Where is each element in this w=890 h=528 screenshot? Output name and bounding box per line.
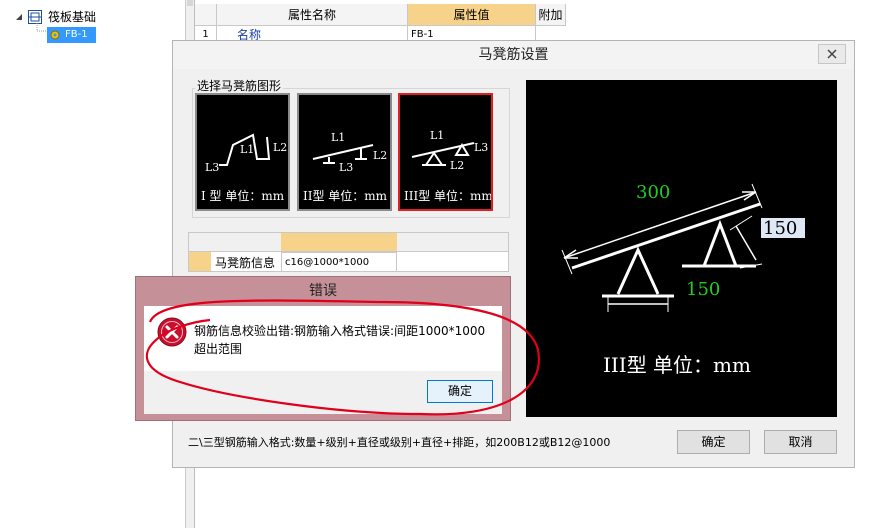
tree-child-label: FB-1 [65,29,88,40]
error-ok-button[interactable]: 确定 [427,380,493,403]
gear-icon [50,30,60,40]
property-grid: 属性名称 属性值 附加 1 名称 FB-1 [195,4,570,44]
ok-button[interactable]: 确定 [677,430,750,454]
info-grid-header [189,233,508,252]
type-2-l2-label: L2 [373,149,387,162]
close-icon [827,49,837,59]
type-3-l1-label: L1 [430,129,444,142]
info-grid-value-header [281,233,397,251]
type-3-l2-label: L2 [450,159,464,172]
preview-left-support [616,246,660,295]
raft-foundation-icon [28,10,42,24]
type-3-l3-label: L3 [474,141,488,154]
preview-drawing: 300 150 150 III型 单位：mm [561,182,805,377]
chair-info-label: 马凳筋信息 [214,256,275,270]
type-2-caption: II型 单位：mm [303,189,388,203]
component-tree: 筏板基础 FB-1 [0,0,186,528]
type-1-l1-label: L1 [240,143,254,156]
collapse-arrow-icon[interactable] [15,13,24,22]
shape-option-type-1[interactable]: L1 L2 L3 I 型 单位：mm [195,93,290,211]
info-row-marker [189,252,211,271]
chair-info-grid: 马凳筋信息 c16@1000*1000 [188,232,509,272]
grid-corner [195,4,217,26]
preview-height-label: 150 [763,218,797,239]
preview-base-label: 150 [686,279,720,300]
error-dialog-body: 钢筋信息校验出错:钢筋输入格式错误:间距1000*1000超出范围 确定 [144,306,502,414]
type-1-l3-label: L3 [205,161,219,174]
tree-root-label: 筏板基础 [48,10,97,24]
tree-node-fb1[interactable]: FB-1 [47,27,96,43]
preview-caption: III型 单位：mm [603,353,751,377]
error-dialog-footer: 确定 [144,371,502,414]
dialog-title: 马凳筋设置 [173,41,854,69]
preview-right-support [702,219,738,267]
shape-preview: 300 150 150 III型 单位：mm [526,80,837,417]
error-dialog: 错误 钢筋信息校验出错:钢筋输入格式错误:间距1000*1000超出范围 确定 [135,276,511,421]
error-dialog-title: 错误 [309,283,337,299]
shape-group-label: 选择马凳筋图形 [195,77,284,94]
shape-option-type-2[interactable]: L1 L2 L3 II型 单位：mm [297,93,392,211]
type-1-caption: I 型 单位：mm [201,189,285,203]
dim-height-line [735,225,757,261]
preview-length-label: 300 [636,182,670,203]
error-icon [157,317,187,347]
scroll-up-icon[interactable] [187,0,193,6]
header-property-name[interactable]: 属性名称 [217,4,408,26]
header-extra[interactable]: 附加 [536,4,566,26]
input-format-hint: 二\三型钢筋输入格式:数量+级别+直径或级别+直径+排距，如200B12或B12… [188,436,611,449]
cancel-button[interactable]: 取消 [764,430,837,454]
close-button[interactable] [818,44,846,64]
type-3-caption: III型 单位：mm [404,189,493,203]
chair-info-input[interactable]: c16@1000*1000 [281,252,397,272]
header-property-value[interactable]: 属性值 [408,4,536,26]
type-1-l2-label: L2 [273,141,287,154]
type-2-l1-label: L1 [331,131,345,144]
shape-option-type-3[interactable]: L1 L2 L3 III型 单位：mm [398,93,493,211]
type-2-l3-label: L3 [339,161,353,174]
error-message: 钢筋信息校验出错:钢筋输入格式错误:间距1000*1000超出范围 [194,324,486,356]
